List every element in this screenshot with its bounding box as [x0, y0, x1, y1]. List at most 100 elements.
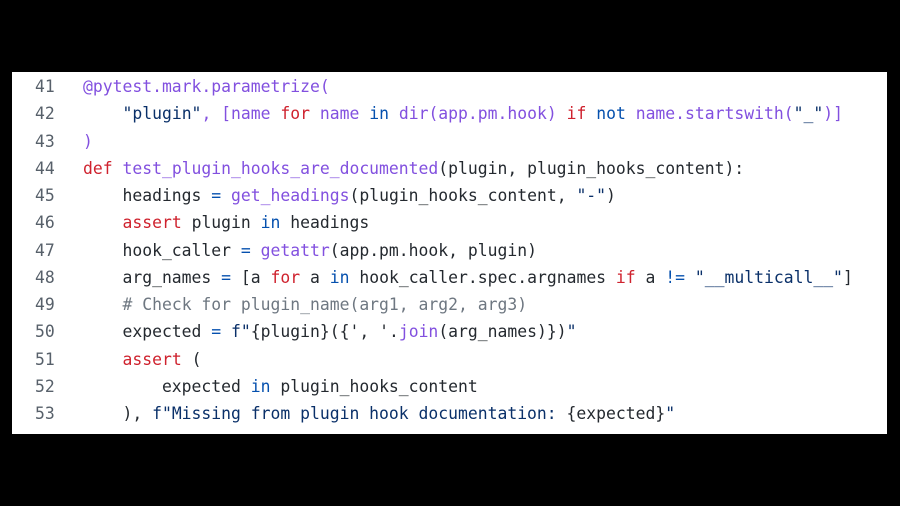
line-number: 42 — [35, 104, 55, 124]
code-token: headings — [280, 213, 370, 233]
code-token: != — [665, 267, 686, 287]
code-line: 52 expected in plugin_hooks_content — [12, 373, 887, 400]
line-number: 41 — [35, 77, 55, 96]
code-line: 45 headings = get_headings(plugin_hooks_… — [12, 182, 887, 209]
line-number: 47 — [35, 240, 55, 260]
code-token: a — [635, 267, 666, 287]
line-source: def test_plugin_hooks_are_documented(plu… — [83, 155, 744, 182]
code-token: in — [329, 267, 350, 287]
code-token: "-" — [576, 186, 607, 205]
code-token: expected — [83, 376, 251, 396]
code-token: ( — [181, 349, 202, 369]
line-source: expected = f"{plugin}({', '.join(arg_nam… — [83, 318, 576, 345]
code-token: (arg_names)}) — [438, 322, 567, 342]
code-token: # Check for plugin_name(arg1, arg2, arg3… — [122, 295, 528, 314]
code-token: {expected} — [566, 404, 666, 423]
code-token: for — [280, 104, 310, 124]
code-block: 41 @pytest.mark.parametrize(42 "plugin", … — [12, 73, 887, 427]
code-token: [a — [231, 267, 271, 287]
code-line: 49 # Check for plugin_name(arg1, arg2, a… — [12, 291, 887, 318]
code-token: assert — [122, 213, 182, 233]
code-token: (plugin_hooks_content, — [349, 186, 577, 205]
line-number: 48 — [35, 267, 55, 287]
code-token: not — [596, 104, 626, 124]
code-token: @pytest.mark.parametrize( — [83, 77, 330, 96]
code-line: 47 hook_caller = getattr(app.pm.hook, pl… — [12, 237, 887, 264]
line-source: arg_names = [a for a in hook_caller.spec… — [83, 264, 852, 291]
line-source: # Check for plugin_name(arg1, arg2, arg3… — [83, 291, 527, 318]
code-token: a — [300, 267, 330, 287]
code-token: = — [240, 240, 251, 260]
code-token: arg_names — [83, 267, 222, 287]
line-number: 53 — [35, 404, 55, 423]
code-token: "__multicall__" — [694, 267, 843, 287]
code-token: ) — [606, 186, 616, 205]
line-number: 43 — [35, 131, 55, 151]
line-source: ) — [83, 128, 93, 155]
line-source: ), f"Missing from plugin hook documentat… — [83, 400, 675, 427]
line-number: 49 — [35, 295, 55, 314]
code-token: dir(app.pm.hook) — [388, 104, 567, 124]
line-number: 52 — [35, 376, 55, 396]
code-line: 43) — [12, 128, 887, 155]
code-token: = — [221, 267, 232, 287]
code-token: )] — [823, 104, 843, 124]
code-token: name.startswith( — [625, 104, 794, 124]
code-token: "plugin" — [122, 104, 202, 124]
code-token: if — [566, 104, 587, 124]
code-token: " — [665, 404, 676, 423]
code-line: 51 assert ( — [12, 346, 887, 373]
code-token: f"Missing from plugin hook documentation… — [152, 404, 567, 423]
code-panel: 41 @pytest.mark.parametrize(42 "plugin", … — [12, 72, 887, 434]
line-source: "plugin", [name for name in dir(app.pm.h… — [83, 100, 843, 127]
line-source: assert ( — [83, 346, 201, 373]
line-number: 45 — [35, 186, 55, 205]
line-number: 50 — [35, 322, 55, 342]
line-source: assert plugin in headings — [83, 209, 369, 236]
code-token: (plugin, plugin_hooks_content): — [438, 158, 745, 178]
line-source: headings = get_headings(plugin_hooks_con… — [83, 182, 616, 209]
code-token: ), — [83, 404, 153, 423]
code-token: assert — [122, 349, 182, 369]
code-line: 44 def test_plugin_hooks_are_documented(p… — [12, 155, 887, 182]
code-token: expected — [83, 322, 212, 342]
code-line: 53 ), f"Missing from plugin hook documen… — [12, 400, 887, 427]
code-line: 50 expected = f"{plugin}({', '.join(arg_… — [12, 318, 887, 345]
code-token: f" — [231, 322, 251, 342]
code-token: plugin_hooks_content — [270, 376, 478, 396]
code-token: getattr — [260, 240, 330, 260]
code-token: join — [398, 322, 439, 342]
line-number: 51 — [35, 349, 55, 369]
line-source: expected in plugin_hooks_content — [83, 373, 478, 400]
code-token: for — [270, 267, 301, 287]
code-token: in — [369, 104, 389, 124]
code-token: ) — [83, 131, 93, 151]
code-token: = — [211, 322, 222, 342]
code-line: 48 arg_names = [a for a in hook_caller.s… — [12, 264, 887, 291]
code-token: def — [83, 158, 113, 178]
code-token: test_plugin_hooks_are_documented — [122, 158, 439, 178]
code-token: {plugin}({', '. — [250, 322, 399, 342]
code-line: 46 assert plugin in headings — [12, 209, 887, 236]
code-token: , [name — [201, 104, 281, 124]
code-token: = — [211, 186, 222, 205]
code-token: plugin — [181, 213, 261, 233]
code-token: hook_caller — [83, 240, 241, 260]
line-number: 44 — [35, 158, 55, 178]
code-token: " — [566, 322, 577, 342]
code-token: name — [310, 104, 370, 124]
code-token: "_" — [793, 104, 824, 124]
code-token: (app.pm.hook, plugin) — [329, 240, 537, 260]
line-number: 46 — [35, 213, 55, 233]
line-source: hook_caller = getattr(app.pm.hook, plugi… — [83, 237, 537, 264]
code-token: get_headings — [231, 186, 350, 205]
